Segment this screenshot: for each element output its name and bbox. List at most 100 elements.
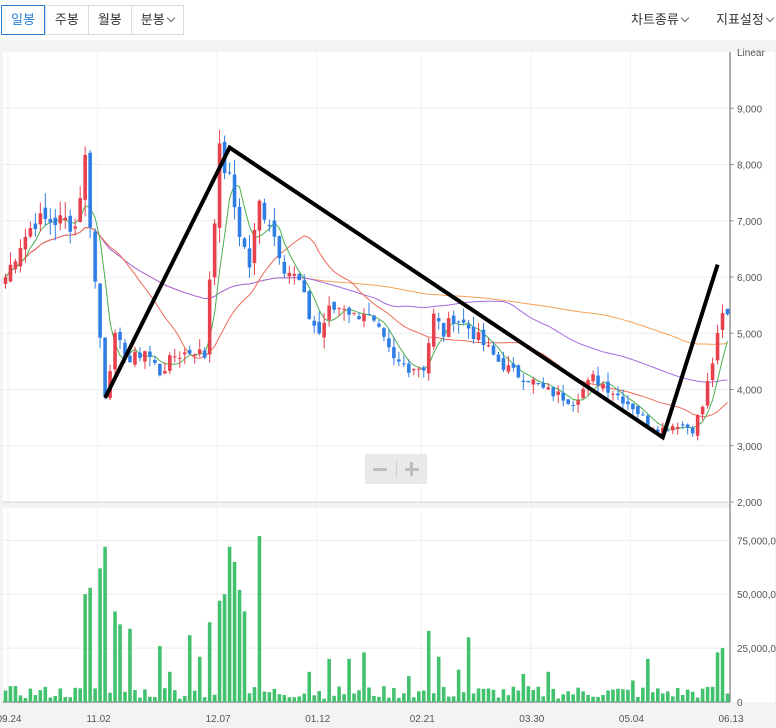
volume-bar <box>491 689 496 702</box>
candle-body <box>521 380 526 383</box>
volume-bar <box>128 628 132 702</box>
tab-monthly[interactable]: 월봉 <box>87 6 131 34</box>
volume-bar <box>372 695 376 702</box>
zoom-in-button[interactable] <box>397 454 428 484</box>
candle-body <box>715 332 720 361</box>
volume-bar <box>247 693 252 702</box>
candle-body <box>461 319 466 323</box>
volume-bar <box>416 691 421 702</box>
tab-weekly[interactable]: 주봉 <box>44 6 88 34</box>
volume-bar <box>113 611 117 702</box>
candle-body <box>342 308 346 310</box>
candle-body <box>277 236 282 259</box>
volume-bar <box>123 691 127 702</box>
date-tick-label: 01.12 <box>305 714 330 725</box>
minus-icon <box>373 467 388 471</box>
volume-bar <box>501 689 506 702</box>
price-tick-label: 4,000 <box>737 386 762 397</box>
candle-body <box>441 322 446 337</box>
candle-body <box>700 406 705 415</box>
volume-bar <box>172 690 177 702</box>
volume-bar <box>705 686 710 702</box>
candle-body <box>446 318 451 338</box>
volume-bar <box>222 594 227 702</box>
candle-body <box>187 349 192 354</box>
volume-bar <box>446 696 451 702</box>
volume-bar <box>695 697 700 702</box>
volume-bar <box>3 690 8 702</box>
candle-body <box>217 143 222 228</box>
volume-bar <box>202 697 207 702</box>
volume-bar <box>581 691 585 702</box>
volume-bar <box>192 690 197 702</box>
candle-body <box>526 380 531 383</box>
candle-body <box>377 323 381 327</box>
candle-body <box>695 415 700 436</box>
candle-body <box>63 217 68 221</box>
volume-bar <box>267 692 272 702</box>
volume-bar <box>282 694 287 702</box>
candle-body <box>292 273 297 276</box>
volume-bar <box>526 686 531 702</box>
candle-body <box>611 393 615 395</box>
volume-bar <box>23 698 28 702</box>
y-axis-area <box>731 52 775 702</box>
volume-bar <box>675 687 680 702</box>
tab-minute[interactable]: 분봉 <box>130 6 183 34</box>
candle-body <box>3 277 8 284</box>
volume-bar <box>88 587 92 702</box>
candle-body <box>8 264 13 282</box>
volume-tick-label: 25,000,000 <box>737 644 776 655</box>
date-tick-label: 03.30 <box>519 714 544 725</box>
volume-bar <box>227 546 232 702</box>
candle-body <box>616 393 620 396</box>
candle-body <box>476 332 481 340</box>
date-tick-label: 06.13 <box>718 714 743 725</box>
volume-bar <box>496 697 501 702</box>
zoom-out-button[interactable] <box>365 454 396 484</box>
candle-body <box>725 308 730 315</box>
candle-body <box>536 383 541 385</box>
volume-bar <box>163 688 167 702</box>
candle-body <box>242 238 247 247</box>
candle-body <box>182 352 187 355</box>
candle-body <box>397 359 401 362</box>
candle-body <box>73 226 77 229</box>
plus-icon-vertical <box>410 462 414 476</box>
candle-body <box>675 426 680 429</box>
candle-body <box>601 383 605 389</box>
candle-body <box>626 401 630 405</box>
chevron-down-icon <box>765 13 775 23</box>
volume-bar <box>118 624 122 702</box>
candle-body <box>43 207 48 219</box>
indicator-settings-menu[interactable]: 지표설정 <box>716 9 775 28</box>
volume-bar <box>58 688 63 702</box>
stock-chart[interactable]: 2,000 3,000 4,000 5,000 6,000 7,000 8,000 9,000… <box>0 40 776 728</box>
volume-bar <box>287 697 292 702</box>
candle-body <box>337 307 341 309</box>
volume-bar <box>670 696 675 702</box>
volume-bar <box>13 686 18 702</box>
tab-daily[interactable]: 일봉 <box>1 5 45 35</box>
volume-bar <box>626 689 630 702</box>
volume-bar <box>332 695 336 702</box>
volume-bar <box>83 594 87 702</box>
volume-bar <box>237 589 242 702</box>
candle-body <box>252 229 257 264</box>
price-tick-label: 5,000 <box>737 329 762 340</box>
candle-body <box>103 337 107 396</box>
volume-bar <box>143 689 147 702</box>
volume-bar <box>212 694 217 702</box>
volume-bar <box>8 686 13 702</box>
candle-body <box>566 399 570 404</box>
volume-bar <box>18 695 23 702</box>
volume-bar <box>48 697 53 702</box>
candle-body <box>128 355 132 363</box>
chart-type-menu[interactable]: 차트종류 <box>631 9 690 28</box>
volume-bar <box>342 694 346 702</box>
volume-bar <box>292 697 297 702</box>
volume-bar <box>252 687 257 702</box>
volume-bar <box>63 697 68 702</box>
volume-bar <box>631 680 635 702</box>
candle-body <box>83 154 87 200</box>
